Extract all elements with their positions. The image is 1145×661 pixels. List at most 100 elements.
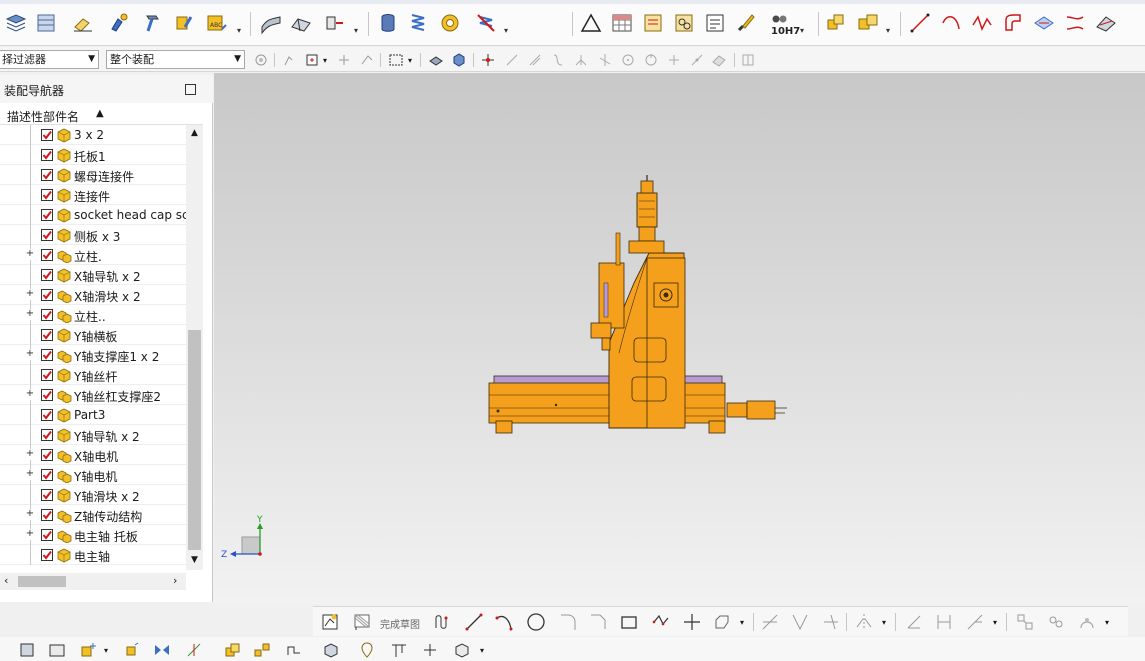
- hammer-icon[interactable]: [140, 10, 166, 36]
- tree-row[interactable]: Y轴滑块 x 2: [0, 485, 186, 505]
- component-array-icon[interactable]: [252, 640, 272, 660]
- assembly-sequence-icon[interactable]: [47, 640, 67, 660]
- filter-gear-icon[interactable]: [252, 51, 270, 69]
- point-dialog-icon[interactable]: [303, 51, 321, 69]
- snap-intersect-icon[interactable]: [596, 51, 614, 69]
- fillet-curve-icon[interactable]: [1000, 10, 1026, 36]
- line-icon[interactable]: [907, 10, 933, 36]
- visibility-checkbox[interactable]: [41, 409, 53, 421]
- intersect-curve-icon[interactable]: [1093, 10, 1119, 36]
- routing-icon[interactable]: [389, 640, 409, 660]
- balloon-icon[interactable]: [671, 10, 697, 36]
- tree-row[interactable]: + X轴电机: [0, 445, 186, 465]
- surface-patch-icon[interactable]: [288, 10, 314, 36]
- eraser-icon[interactable]: [70, 10, 96, 36]
- stack-icon[interactable]: [33, 10, 59, 36]
- visibility-checkbox[interactable]: [41, 249, 53, 261]
- auto-constrain-icon[interactable]: [1014, 611, 1036, 633]
- cylinder-icon[interactable]: [375, 10, 401, 36]
- spring-icon[interactable]: [405, 10, 431, 36]
- new-component-icon[interactable]: [855, 10, 881, 36]
- vertical-scroll-thumb[interactable]: [188, 330, 201, 550]
- snap-existing-point-icon[interactable]: [665, 51, 683, 69]
- snap-midpoint-icon[interactable]: [358, 51, 376, 69]
- expand-icon[interactable]: +: [25, 289, 35, 300]
- visibility-checkbox[interactable]: [41, 189, 53, 201]
- snap-endpoint-icon[interactable]: [335, 51, 353, 69]
- dimension-dropdown[interactable]: ▾: [1101, 611, 1113, 633]
- check-clearance-icon[interactable]: [321, 640, 341, 660]
- add-component-icon[interactable]: [823, 10, 849, 36]
- assembly-cut-icon[interactable]: [452, 640, 472, 660]
- weld-dropdown[interactable]: ▾: [354, 26, 358, 35]
- rapid-dimension-icon[interactable]: [933, 611, 955, 633]
- quick-trim-icon[interactable]: [759, 611, 781, 633]
- abc-block-icon[interactable]: ABC: [204, 10, 230, 36]
- tree-row[interactable]: socket head cap sc: [0, 205, 186, 225]
- no-spring-icon[interactable]: [473, 10, 499, 36]
- cnc-assembly-model[interactable]: [484, 173, 794, 438]
- constraint-dropdown[interactable]: ▾: [989, 611, 1001, 633]
- sketch-fillet-icon[interactable]: [557, 611, 579, 633]
- snap-on-curve-icon[interactable]: [688, 51, 706, 69]
- bearing-icon[interactable]: [437, 10, 463, 36]
- expand-icon[interactable]: +: [25, 469, 35, 480]
- visibility-checkbox[interactable]: [41, 349, 53, 361]
- tree-row[interactable]: + Y轴支撑座1 x 2: [0, 345, 186, 365]
- reposition-icon[interactable]: [122, 640, 142, 660]
- snap-settings-icon[interactable]: [479, 51, 497, 69]
- visibility-checkbox[interactable]: [41, 529, 53, 541]
- visibility-checkbox[interactable]: [41, 549, 53, 561]
- select-dropdown[interactable]: ▾: [405, 51, 415, 69]
- visibility-checkbox[interactable]: [41, 329, 53, 341]
- visibility-checkbox[interactable]: [41, 129, 53, 141]
- snap-on-face-icon[interactable]: [710, 51, 728, 69]
- wave-geometry-icon[interactable]: [284, 640, 304, 660]
- add-existing-icon[interactable]: [78, 640, 98, 660]
- tree-row[interactable]: Y轴横板: [0, 325, 186, 345]
- snap-curve-icon[interactable]: [549, 51, 567, 69]
- tree-row[interactable]: Part3: [0, 405, 186, 425]
- sheet-curve-icon[interactable]: [258, 10, 284, 36]
- component-dropdown[interactable]: ▾: [886, 26, 890, 35]
- visibility-checkbox[interactable]: [41, 369, 53, 381]
- tree-row[interactable]: Y轴丝杆: [0, 365, 186, 385]
- visibility-checkbox[interactable]: [41, 209, 53, 221]
- mirror-curve-icon[interactable]: [853, 611, 875, 633]
- visibility-checkbox[interactable]: [41, 309, 53, 321]
- scroll-right-icon[interactable]: ›: [173, 574, 177, 587]
- expand-icon[interactable]: +: [25, 449, 35, 460]
- tree-row[interactable]: 连接件: [0, 185, 186, 205]
- tree-row[interactable]: 电主轴: [0, 545, 186, 565]
- sketch-arc-icon[interactable]: [493, 611, 515, 633]
- link-icon[interactable]: [420, 640, 440, 660]
- expand-icon[interactable]: +: [25, 349, 35, 360]
- assembly-constraint-icon[interactable]: [172, 10, 198, 36]
- visibility-checkbox[interactable]: [41, 429, 53, 441]
- solid-cube-icon[interactable]: [450, 51, 468, 69]
- tree-row[interactable]: + Y轴丝杠支撑座2: [0, 385, 186, 405]
- brush-icon[interactable]: [733, 10, 759, 36]
- show-constraints-icon[interactable]: [1045, 611, 1067, 633]
- tree-row[interactable]: 3 x 2: [0, 125, 186, 145]
- tree-row[interactable]: 螺母连接件: [0, 165, 186, 185]
- quick-extend-icon[interactable]: [789, 611, 811, 633]
- snap-toggle-icon[interactable]: [739, 51, 757, 69]
- project-curve-icon[interactable]: [1062, 10, 1088, 36]
- snap-point-icon[interactable]: [281, 51, 299, 69]
- tree-row[interactable]: + X轴滑块 x 2: [0, 285, 186, 305]
- finish-sketch-flag-icon[interactable]: [351, 611, 373, 633]
- visibility-checkbox[interactable]: [41, 269, 53, 281]
- new-parent-icon[interactable]: [222, 640, 242, 660]
- table-icon[interactable]: [609, 10, 635, 36]
- spring-dropdown[interactable]: ▾: [504, 26, 508, 35]
- abc-block-dropdown[interactable]: ▾: [237, 26, 241, 35]
- dimension-icon[interactable]: [903, 611, 925, 633]
- triangle-icon[interactable]: [578, 10, 604, 36]
- horizontal-scroll-thumb[interactable]: [18, 576, 66, 587]
- snap-center-icon[interactable]: [619, 51, 637, 69]
- explode-icon[interactable]: [184, 640, 204, 660]
- tree-row[interactable]: Y轴导轨 x 2: [0, 425, 186, 445]
- sketch-icon[interactable]: [319, 611, 341, 633]
- tree-row[interactable]: 托板1: [0, 145, 186, 165]
